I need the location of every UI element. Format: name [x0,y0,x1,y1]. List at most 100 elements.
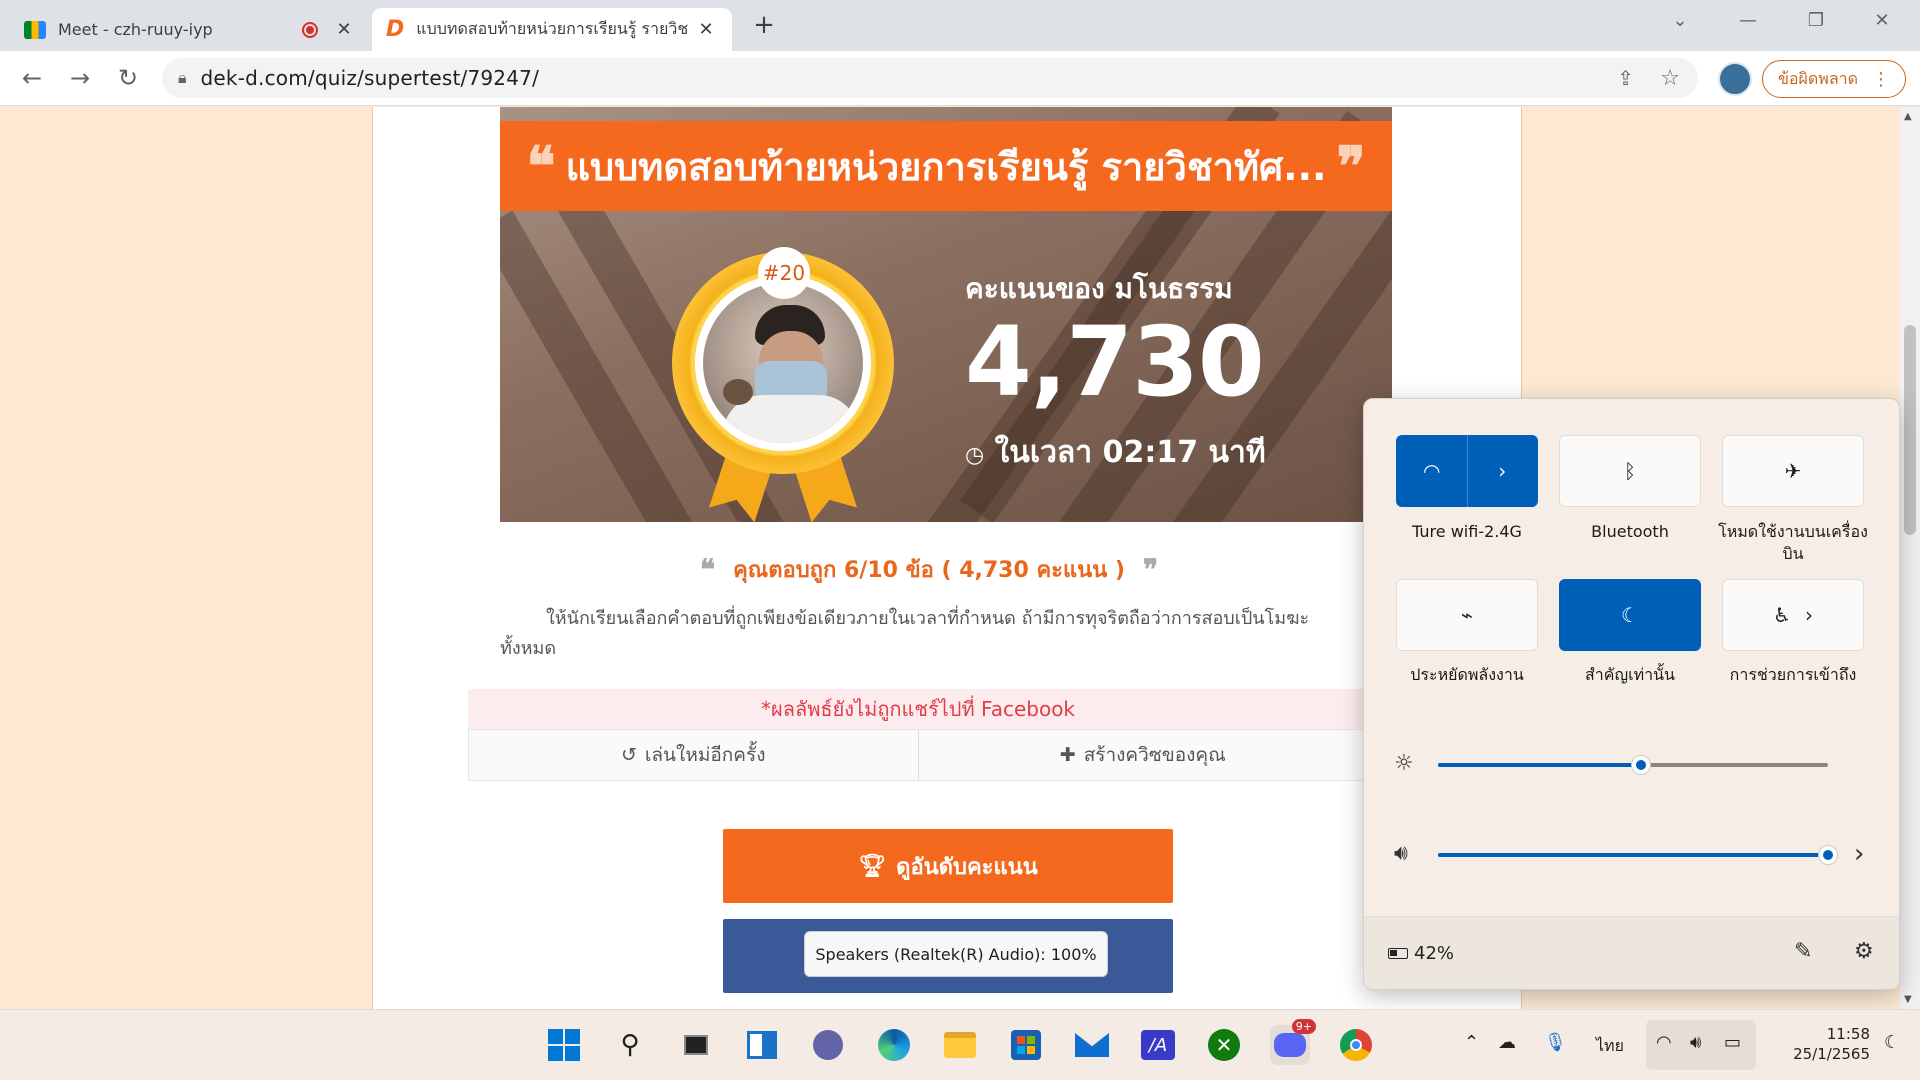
tab-quiz[interactable]: D แบบทดสอบท้ายหน่วยการเรียนรู้ รายวิช ✕ [372,8,732,51]
battery-icon [1388,948,1408,959]
battery-icon: ▭ [1724,1032,1742,1053]
focus-assist-tile[interactable]: ☾ [1559,579,1701,651]
audio-output-chevron-icon[interactable]: › [1854,839,1864,869]
quick-settings-footer: 42% ✎ ⚙︎ [1364,916,1899,989]
quiz-title-banner: ❝ แบบทดสอบท้ายหน่วยการเรียนรู้ รายวิชาทั… [500,121,1392,211]
close-window-button[interactable]: ✕ [1862,6,1902,36]
scrollbar-thumb[interactable] [1904,325,1916,535]
error-label: ข้อผิดพลาด [1777,68,1859,88]
mail-icon[interactable] [1072,1025,1112,1065]
edit-pencil-icon[interactable]: ✎ [1794,939,1812,964]
back-icon[interactable]: ← [16,64,48,94]
focus-moon-icon[interactable]: ☾ [1884,1032,1900,1053]
accessibility-icon: ♿︎ [1773,603,1791,627]
page-scrollbar[interactable]: ▲ ▼ [1900,107,1920,1009]
close-tab-icon[interactable]: ✕ [332,19,356,40]
vs-code-icon[interactable]: /A [1138,1025,1178,1065]
url-text[interactable]: dek-d.com/quiz/supertest/79247/ [201,66,540,90]
airplane-icon: ✈︎ [1784,459,1802,483]
battery-saver-tile[interactable]: ⌁ [1396,579,1538,651]
answer-summary: ❝ คุณตอบถูก 6/10 ข้อ ( 4,730 คะแนน ) ❞ [700,553,1159,586]
bluetooth-tile[interactable]: ᛒ [1559,435,1701,507]
clock[interactable]: 11:58 25/1/2565 [1770,1024,1870,1064]
edge-icon[interactable] [874,1025,914,1065]
restore-button[interactable]: ❐ [1796,6,1836,36]
windows-start-icon[interactable] [544,1025,584,1065]
tab-search-icon[interactable]: ⌄ [1660,6,1700,36]
player-avatar [695,275,871,451]
bookmark-star-icon[interactable]: ☆ [1660,66,1680,91]
address-bar[interactable]: 🔒︎ dek-d.com/quiz/supertest/79247/ ⇪ ☆ [162,58,1698,98]
rank-number: #20 [758,247,810,299]
tile-label: ประหยัดพลังงาน [1410,665,1524,684]
create-quiz-button[interactable]: ✚ สร้างควิซของคุณ [917,730,1368,780]
meet-icon [24,20,46,39]
brightness-icon: ☼ [1394,751,1414,776]
network-volume-battery-tray[interactable]: ◠ 🔊︎ ▭ [1646,1020,1756,1070]
clock-time: 11:58 [1826,1025,1870,1043]
tile-label: Ture wifi-2.4G [1412,522,1522,541]
notification-badge: 9+ [1291,1019,1316,1034]
wifi-tile[interactable]: ◠ › [1396,435,1538,507]
task-view-icon[interactable] [676,1025,716,1065]
volume-thumb[interactable] [1818,845,1838,865]
speaker-volume-icon[interactable]: 🔊︎ [1394,841,1408,866]
settings-gear-icon[interactable]: ⚙︎ [1854,939,1874,964]
share-warning: *ผลลัพธ์ยังไม่ถูกแชร์ไปที่ Facebook [468,689,1368,729]
share-icon[interactable]: ⇪ [1617,66,1634,90]
battery-status[interactable]: 42% [1388,943,1454,964]
new-tab-button[interactable]: + [748,10,780,42]
scroll-up-icon[interactable]: ▲ [1904,111,1912,122]
wifi-icon: ◠ [1656,1032,1672,1053]
lock-icon: 🔒︎ [178,68,187,87]
open-quote-icon: ❝ [700,553,716,586]
search-icon[interactable]: ⚲ [610,1025,650,1065]
close-quote-icon: ❞ [1142,553,1159,586]
reload-icon[interactable]: ↻ [112,64,144,94]
trophy-icon: 🏆︎ [858,853,887,879]
score-value: 4,730 [965,306,1265,418]
teams-chat-icon[interactable] [808,1025,848,1065]
clock-date: 25/1/2565 [1793,1045,1870,1063]
tab-strip: Meet - czh-ruuy-iyp ✕ D แบบทดสอบท้ายหน่ว… [0,0,1920,51]
file-explorer-icon[interactable] [940,1025,980,1065]
open-quote-icon: ❝ [526,134,556,198]
replay-icon: ↺ [621,744,637,766]
tab-title: แบบทดสอบท้ายหน่วยการเรียนรู้ รายวิช [416,19,689,38]
volume-slider[interactable] [1438,845,1838,865]
brightness-thumb[interactable] [1631,755,1651,775]
show-hidden-icons-icon[interactable]: ⌃ [1464,1032,1479,1053]
ranking-button[interactable]: 🏆︎ ดูอันดับคะแนน [723,829,1173,903]
chrome-icon[interactable] [1336,1025,1376,1065]
onedrive-cloud-icon[interactable]: ☁︎ [1498,1032,1516,1053]
close-tab-icon[interactable]: ✕ [694,19,718,40]
store-icon[interactable] [1006,1025,1046,1065]
input-language[interactable]: ไทย [1596,1034,1624,1059]
dekd-icon: D [386,17,405,42]
clock-icon: ◷ [965,443,985,468]
xbox-icon[interactable]: ✕ [1204,1025,1244,1065]
error-button[interactable]: ข้อผิดพลาด ⋮ [1762,60,1906,98]
airplane-mode-tile[interactable]: ✈︎ [1722,435,1864,507]
menu-dots-icon: ⋮ [1872,68,1891,90]
tab-meet[interactable]: Meet - czh-ruuy-iyp ✕ [10,8,370,51]
brightness-slider[interactable] [1438,755,1828,775]
result-actions: ↺ เล่นใหม่อีกครั้ง ✚ สร้างควิซของคุณ [468,729,1368,781]
profile-avatar[interactable] [1718,62,1752,96]
widgets-icon[interactable] [742,1025,782,1065]
minimize-button[interactable]: — [1728,6,1768,36]
accessibility-tile[interactable]: ♿︎ › [1722,579,1864,651]
taskbar: ⚲ /A ✕ 9+ ⌃ ☁︎ 🎙︎ ไทย ◠ 🔊︎ ▭ 11:58 25/1/… [0,1009,1920,1080]
scroll-down-icon[interactable]: ▼ [1904,994,1912,1005]
time-taken: ◷ ในเวลา 02:17 นาที [965,435,1266,470]
replay-button[interactable]: ↺ เล่นใหม่อีกครั้ง [469,730,918,780]
score-label: คะแนนของ มโนธรรม [965,272,1233,305]
discord-icon[interactable]: 9+ [1270,1019,1316,1065]
focus-moon-icon: ☾ [1621,603,1639,627]
quick-settings-panel: ◠ › Ture wifi-2.4G ᛒ Bluetooth ✈︎ โหมดใช… [1363,398,1900,990]
forward-icon[interactable]: → [64,64,96,94]
chevron-right-icon[interactable]: › [1468,459,1538,483]
microphone-icon[interactable]: 🎙︎ [1544,1032,1567,1053]
wifi-icon: ◠ [1423,459,1441,483]
tile-label: Bluetooth [1591,522,1669,541]
